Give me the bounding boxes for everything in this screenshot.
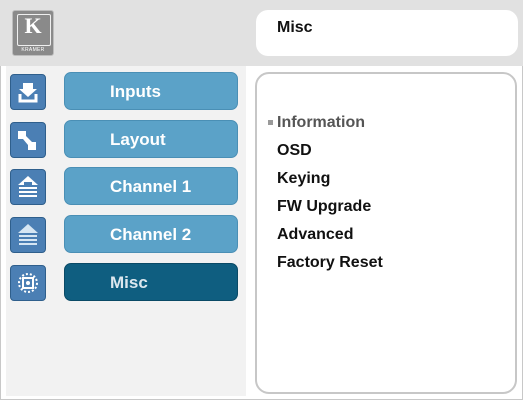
menu-item-fw-upgrade[interactable]: FW Upgrade: [277, 198, 371, 216]
logo-brand: KRAMER: [21, 47, 45, 53]
selection-marker-icon: [268, 120, 273, 125]
logo-letter: K: [24, 13, 42, 38]
menu-item-advanced[interactable]: Advanced: [277, 226, 353, 244]
page-title-box: Misc: [256, 10, 518, 56]
menu-item-information[interactable]: Information: [277, 114, 365, 132]
sidebar-item-channel-2[interactable]: Channel 2: [64, 215, 238, 253]
inputs-icon[interactable]: [10, 74, 46, 110]
menu-item-keying[interactable]: Keying: [277, 170, 330, 188]
sidebar-item-inputs[interactable]: Inputs: [64, 72, 238, 110]
channel-2-icon[interactable]: [10, 217, 46, 253]
page-title: Misc: [277, 19, 313, 36]
layout-icon[interactable]: [10, 122, 46, 158]
faded-label: Misc: [109, 367, 143, 384]
misc-icon[interactable]: [10, 265, 46, 301]
menu-item-factory-reset[interactable]: Factory Reset: [277, 254, 383, 272]
sidebar-item-channel-1[interactable]: Channel 1: [64, 167, 238, 205]
sidebar-item-misc[interactable]: Misc: [64, 263, 238, 301]
sidebar-item-layout[interactable]: Layout: [64, 120, 238, 158]
kramer-logo-icon: K KRAMER: [12, 10, 54, 56]
channel-1-icon[interactable]: [10, 169, 46, 205]
menu-item-osd[interactable]: OSD: [277, 142, 312, 160]
top-bar: K KRAMER Misc: [0, 0, 523, 66]
